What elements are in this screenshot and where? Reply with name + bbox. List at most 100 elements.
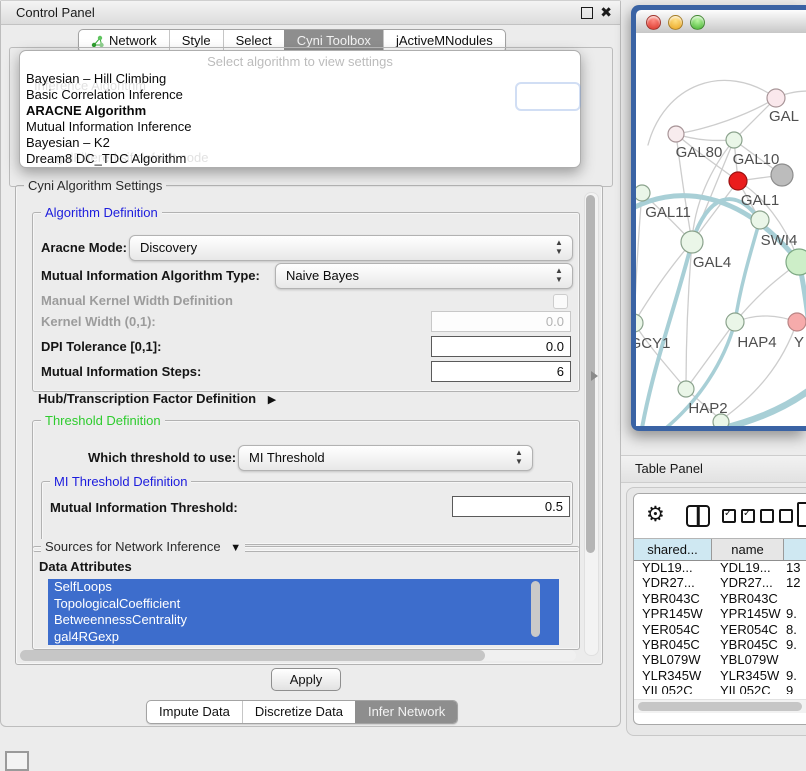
hub-section-label[interactable]: Hub/Transcription Factor Definition ▶ [38,390,276,409]
bottom-tab-impute-data[interactable]: Impute Data [147,701,242,723]
network-node-gcy1[interactable] [636,314,643,332]
table-row[interactable]: YER054CYER054C8. [634,622,806,637]
mi-steps-field[interactable]: 6 [431,361,571,382]
document-icon[interactable] [797,502,806,527]
network-node-gal4[interactable] [681,231,703,253]
table-window: ⚙ shared... name YDL19...YDL19...13YDR27… [633,493,806,725]
which-threshold-combo[interactable]: MI Threshold ▲▼ [238,445,533,471]
algorithm-option-aracne-algorithm[interactable]: ARACNE Algorithm [24,103,576,119]
table-row[interactable]: YDL19...YDL19...13 [634,560,806,575]
unchecked-columns-icon[interactable] [760,509,793,523]
network-node-gal[interactable] [767,89,785,107]
network-node-label: GAL10 [733,151,780,168]
table-cell: 9 [784,683,806,694]
table-cell: 9. [784,668,806,683]
network-node-hap4[interactable] [726,313,744,331]
network-node[interactable] [771,164,793,186]
data-attributes-list[interactable]: SelfLoopsTopologicalCoefficientBetweenne… [48,579,559,645]
control-panel-window: Control Panel ✖ NetworkStyleSelectCyni T… [0,0,621,727]
algorithm-option-basic-correlation-inference[interactable]: Basic Correlation Inference [24,87,576,103]
network-canvas[interactable]: GALGAL80GAL10GAL1GAL11SWI4GAL4GCY1HAP4YH… [636,33,806,426]
manual-kernel-width-checkbox[interactable] [553,294,568,309]
table-cell: 12 [784,575,806,590]
column-header-shared[interactable]: shared... [634,539,712,560]
table-row[interactable]: YBR043CYBR043C [634,591,806,606]
table-cell: YBR045C [712,637,784,652]
attribute-item-gal4rgexp[interactable]: gal4RGexp [48,629,559,646]
table-row[interactable]: YIL052CYIL052C9 [634,683,806,694]
network-node[interactable] [786,249,806,275]
zoom-light-icon[interactable] [690,15,705,30]
attribute-item-betweennesscentrality[interactable]: BetweennessCentrality [48,612,559,629]
network-window-titlebar[interactable] [636,10,806,34]
settings-vertical-scrollbar[interactable] [584,192,599,656]
attribute-item-topologicalcoefficient[interactable]: TopologicalCoefficient [48,596,559,613]
minimize-light-icon[interactable] [668,15,683,30]
algorithm-option-bayesian-hill-climbing[interactable]: Bayesian – Hill Climbing [24,71,576,87]
table-cell: YER054C [634,622,712,637]
collapse-down-icon[interactable]: ▼ [230,542,241,554]
settings-horizontal-scrollbar-thumb[interactable] [20,650,485,661]
table-cell: 9. [784,637,806,652]
table-panel-titlebar: Table Panel [621,455,806,483]
network-edge-highlight [735,220,760,322]
network-node-label: HAP4 [737,334,776,351]
close-light-icon[interactable] [646,15,661,30]
table-cell: YLR345W [712,668,784,683]
which-threshold-label: Which threshold to use: [88,445,236,471]
network-node-swi4[interactable] [751,211,769,229]
collapsed-panel-chip[interactable] [5,751,29,771]
columns-icon[interactable] [686,505,710,527]
settings-horizontal-scrollbar[interactable] [20,650,576,661]
checked-columns-icon[interactable] [722,509,755,523]
aracne-mode-combo[interactable]: Discovery ▲▼ [129,235,573,261]
dpi-tolerance-field[interactable]: 0.0 [431,336,571,357]
algorithm-dropdown-placeholder: Select algorithm to view settings [20,54,580,69]
control-panel-titlebar: Control Panel ✖ [1,1,620,25]
algorithm-option-mutual-information-inference[interactable]: Mutual Information Inference [24,119,576,135]
gear-icon[interactable]: ⚙ [646,502,665,528]
expand-right-icon[interactable]: ▶ [268,394,276,406]
mi-threshold-label: Mutual Information Threshold: [50,496,238,519]
control-panel-title: Control Panel [16,1,95,24]
table-cell: YDL19... [712,560,784,575]
apply-button[interactable]: Apply [271,668,341,691]
table-horizontal-scrollbar[interactable] [634,699,806,713]
bottom-tab-infer-network[interactable]: Infer Network [355,701,457,723]
kernel-width-field: 0.0 [431,311,571,332]
table-horizontal-scrollbar-thumb[interactable] [638,702,802,711]
mi-steps-label: Mutual Information Steps: [41,363,201,381]
mi-threshold-field[interactable]: 0.5 [452,496,570,517]
table-cell [784,591,806,606]
float-icon[interactable] [581,7,593,19]
close-icon[interactable]: ✖ [600,1,612,24]
cyni-algorithm-settings-group: Cyni Algorithm Settings Algorithm Defini… [15,185,603,665]
attribute-item-selfloops[interactable]: SelfLoops [48,579,559,596]
table-row[interactable]: YBR045CYBR045C9. [634,637,806,652]
network-node-hap2[interactable] [678,381,694,397]
attributes-scrollbar[interactable] [531,581,540,637]
algorithm-definition-title: Algorithm Definition [41,205,162,220]
column-header-partial[interactable] [784,539,806,560]
network-node-y[interactable] [788,313,806,331]
network-node-label: Y [794,334,804,351]
network-node-gal11[interactable] [636,185,650,201]
sources-title[interactable]: Sources for Network Inference ▼ [41,539,245,554]
network-node-gal1[interactable] [729,172,747,190]
network-node[interactable] [713,414,729,426]
table-row[interactable]: YLR345WYLR345W9. [634,668,806,683]
table-cell: 13 [784,560,806,575]
network-node-label: GAL80 [676,144,723,161]
network-node-gal10[interactable] [726,132,742,148]
table-row[interactable]: YPR145WYPR145W9. [634,606,806,621]
network-node-label: GAL11 [645,204,691,221]
network-node-gal80[interactable] [668,126,684,142]
bottom-tab-discretize-data[interactable]: Discretize Data [242,701,355,723]
column-header-name[interactable]: name [712,539,784,560]
table-row[interactable]: YDR27...YDR27...12 [634,575,806,590]
mi-algorithm-type-combo[interactable]: Naive Bayes ▲▼ [275,263,573,289]
table-rows: YDL19...YDL19...13YDR27...YDR27...12YBR0… [634,560,806,694]
aracne-mode-value: Discovery [140,240,197,255]
algorithm-option-bayesian-k2[interactable]: Bayesian – K2 [24,135,576,151]
table-row[interactable]: YBL079WYBL079W [634,652,806,667]
